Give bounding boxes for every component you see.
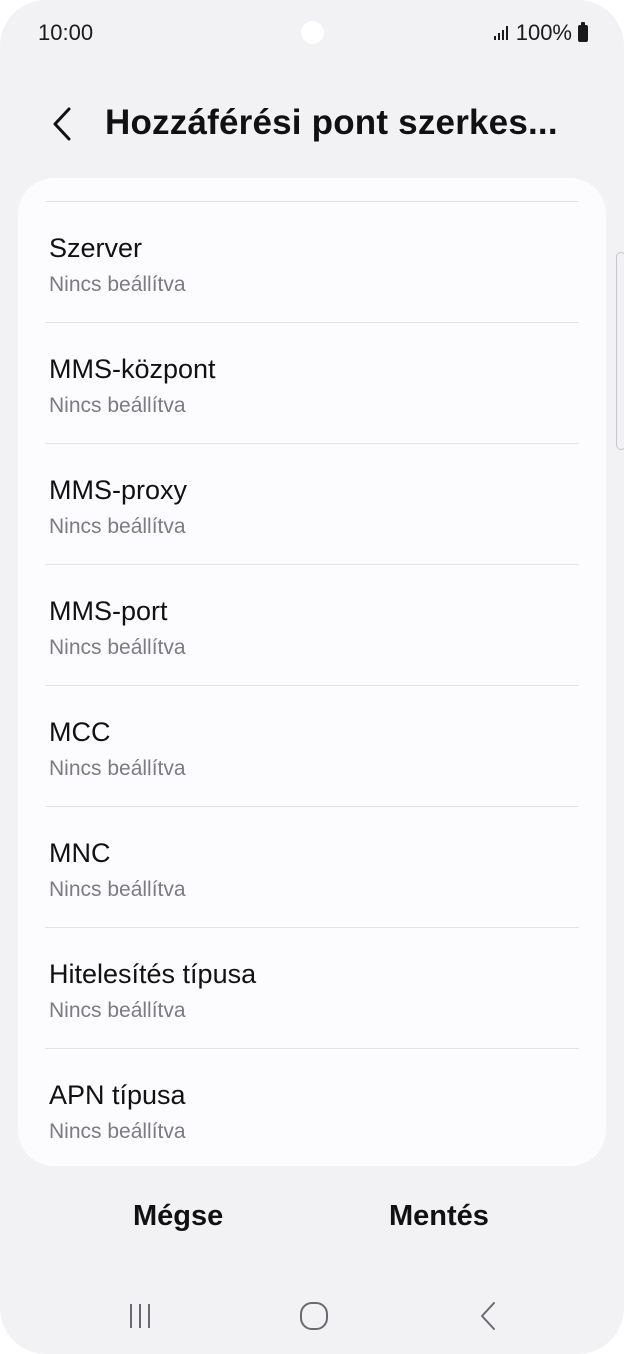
home-button[interactable] [292, 1296, 336, 1336]
nav-back-button[interactable] [466, 1296, 510, 1336]
item-title: APN típusa [49, 1080, 186, 1110]
action-bar: Mégse Mentés [0, 1190, 624, 1250]
list-item-auth-type[interactable]: Hitelesítés típusa Nincs beállítva [18, 928, 606, 1049]
signal-icon [493, 26, 508, 40]
list-item-server[interactable]: Szerver Nincs beállítva [18, 202, 606, 323]
navigation-bar [0, 1286, 624, 1346]
item-value: Nincs beállítva [49, 1120, 186, 1143]
list-item-mms-port[interactable]: MMS-port Nincs beállítva [18, 565, 606, 686]
phone-screen: 10:00 100% Hozzáférési pont szerkes... S… [0, 0, 624, 1354]
list-item-mnc[interactable]: MNC Nincs beállítva [18, 807, 606, 928]
battery-percent: 100% [515, 20, 572, 45]
item-title: MMS-proxy [49, 475, 188, 505]
item-value: Nincs beállítva [49, 999, 186, 1022]
settings-card: Szerver Nincs beállítva MMS-központ Ninc… [18, 178, 606, 1166]
home-icon [300, 1302, 328, 1330]
item-value: Nincs beállítva [49, 636, 186, 659]
item-value: Nincs beállítva [49, 273, 186, 296]
scrollbar[interactable] [616, 252, 624, 450]
chevron-left-icon [53, 107, 71, 141]
item-value: Nincs beállítva [49, 394, 186, 417]
list-item-apn-type[interactable]: APN típusa Nincs beállítva [18, 1049, 606, 1166]
back-icon [481, 1302, 495, 1330]
item-title: Szerver [49, 233, 143, 263]
item-value: Nincs beállítva [49, 515, 186, 538]
cancel-button[interactable]: Mégse [133, 1200, 223, 1233]
list-item-mcc[interactable]: MCC Nincs beállítva [18, 686, 606, 807]
battery-icon [578, 21, 588, 42]
front-camera [301, 21, 324, 44]
back-button[interactable] [40, 102, 84, 146]
list-item-mms-center[interactable]: MMS-központ Nincs beállítva [18, 323, 606, 444]
item-title: MMS-port [49, 596, 168, 626]
status-indicators: 100% [493, 20, 588, 46]
item-title: Hitelesítés típusa [49, 959, 257, 989]
item-title: MNC [49, 838, 111, 868]
recents-icon [130, 1304, 150, 1328]
status-time: 10:00 [38, 20, 94, 45]
item-title: MCC [49, 717, 111, 747]
settings-list: Szerver Nincs beállítva MMS-központ Ninc… [18, 202, 606, 1166]
recents-button[interactable] [118, 1296, 162, 1336]
item-value: Nincs beállítva [49, 757, 186, 780]
item-value: Nincs beállítva [49, 878, 186, 901]
app-header: Hozzáférési pont szerkes... [0, 96, 624, 156]
save-button[interactable]: Mentés [389, 1200, 489, 1233]
item-title: MMS-központ [49, 354, 216, 384]
status-bar: 10:00 100% [0, 0, 624, 64]
list-item-mms-proxy[interactable]: MMS-proxy Nincs beállítva [18, 444, 606, 565]
page-title: Hozzáférési pont szerkes... [105, 103, 558, 142]
